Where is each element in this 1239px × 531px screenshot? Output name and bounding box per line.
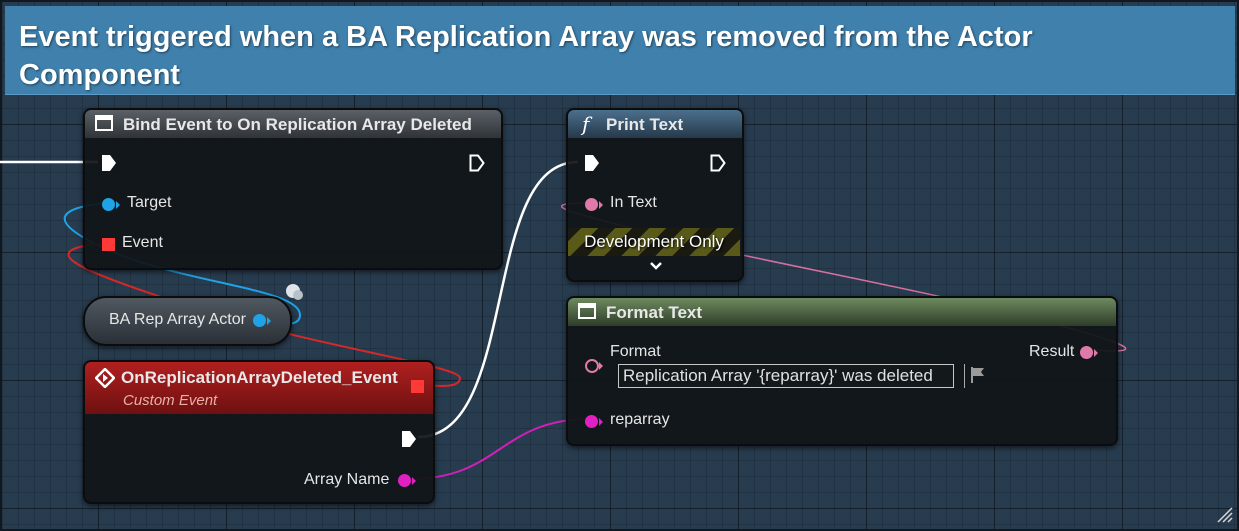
getter-output-pin-arrow: [267, 317, 271, 325]
format-pin-arrow: [599, 362, 603, 370]
print-text-node[interactable]: f Print Text In Text Development Only: [566, 108, 744, 282]
result-pin-arrow: [1094, 349, 1098, 357]
getter-label: BA Rep Array Actor: [109, 311, 246, 328]
node-icon: [95, 115, 113, 131]
delegate-output-pin[interactable]: [411, 380, 424, 393]
in-text-pin-arrow: [599, 201, 603, 209]
array-name-pin-arrow: [412, 477, 416, 485]
bind-event-title: Bind Event to On Replication Array Delet…: [123, 115, 472, 134]
format-text-title: Format Text: [606, 303, 703, 322]
bind-event-node[interactable]: Bind Event to On Replication Array Delet…: [83, 108, 503, 270]
print-text-title: Print Text: [606, 115, 684, 134]
custom-event-node[interactable]: OnReplicationArrayDeleted_Event Custom E…: [83, 360, 435, 504]
field-divider: [964, 364, 965, 388]
array-name-pin[interactable]: [398, 474, 411, 487]
custom-event-title: OnReplicationArrayDeleted_Event: [121, 368, 398, 387]
development-only-band: Development Only: [568, 228, 740, 256]
result-pin-label: Result: [1029, 343, 1075, 360]
format-text-header[interactable]: Format Text: [568, 298, 1116, 326]
exec-out-pin[interactable]: [469, 154, 485, 172]
development-only-label: Development Only: [584, 232, 724, 251]
exec-out-pin[interactable]: [401, 430, 417, 448]
getter-output-pin[interactable]: [253, 314, 266, 327]
custom-event-header[interactable]: OnReplicationArrayDeleted_Event Custom E…: [85, 362, 433, 414]
reparray-pin-arrow: [599, 418, 603, 426]
print-text-header[interactable]: f Print Text: [568, 110, 742, 138]
name-wire-arrayname-to-reparray[interactable]: [409, 418, 591, 480]
format-text-field[interactable]: Replication Array '{reparray}' was delet…: [618, 364, 954, 388]
event-diamond-icon: [95, 368, 115, 388]
format-text-node[interactable]: Format Text Format Replication Array '{r…: [566, 296, 1118, 446]
format-pin[interactable]: [585, 359, 599, 373]
exec-in-pin[interactable]: [101, 154, 117, 172]
exec-in-pin[interactable]: [584, 154, 600, 172]
event-pin-label: Event: [122, 234, 163, 251]
flag-icon[interactable]: [970, 366, 986, 384]
custom-event-subtitle: Custom Event: [123, 392, 218, 409]
reroute-knot-shadow: [293, 290, 303, 300]
array-name-pin-label: Array Name: [304, 471, 390, 488]
in-text-pin[interactable]: [585, 198, 598, 211]
exec-out-pin[interactable]: [710, 154, 726, 172]
ba-rep-array-actor-getter[interactable]: BA Rep Array Actor: [83, 296, 292, 346]
bind-event-header[interactable]: Bind Event to On Replication Array Delet…: [85, 110, 501, 138]
in-text-pin-label: In Text: [610, 194, 657, 211]
format-pin-label: Format: [610, 343, 661, 360]
reparray-pin[interactable]: [585, 415, 598, 428]
reparray-pin-label: reparray: [610, 411, 670, 428]
event-pin[interactable]: [102, 238, 115, 251]
resize-grip-icon[interactable]: [1215, 505, 1233, 523]
expand-chevron-icon[interactable]: [649, 261, 663, 271]
result-pin[interactable]: [1080, 346, 1093, 359]
target-pin-arrow: [116, 201, 120, 209]
node-icon: [578, 303, 596, 319]
target-pin[interactable]: [102, 198, 115, 211]
function-icon: f: [582, 112, 590, 136]
target-pin-label: Target: [127, 194, 172, 211]
